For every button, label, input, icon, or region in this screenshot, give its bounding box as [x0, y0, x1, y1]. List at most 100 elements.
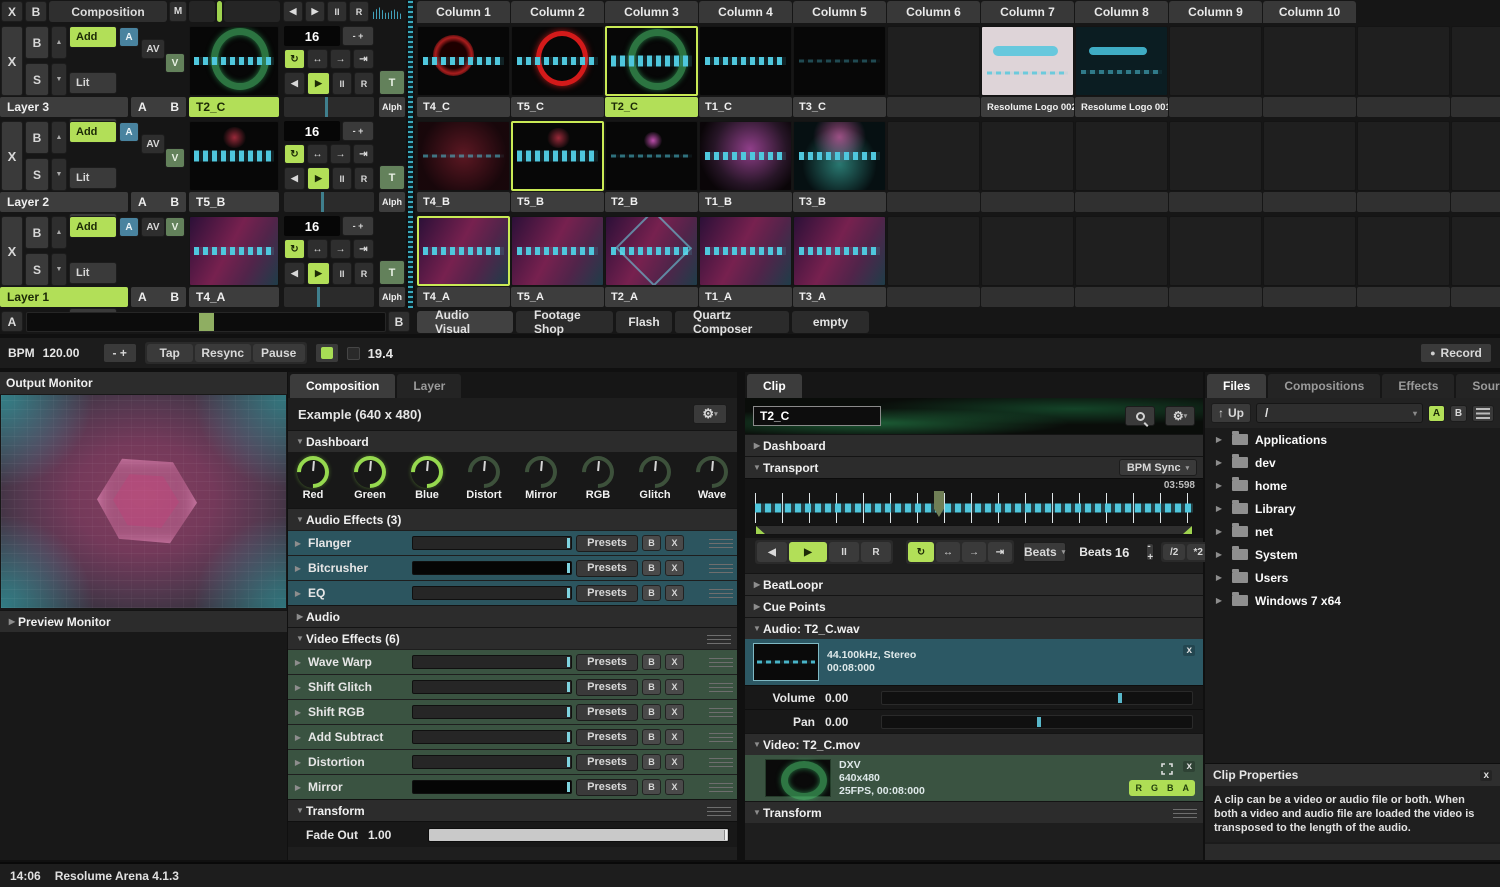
- tab-files[interactable]: Files: [1207, 374, 1266, 398]
- audiovisual-target-button[interactable]: AV: [141, 134, 165, 154]
- layer-alpha-label[interactable]: Alph: [379, 192, 405, 212]
- clip-pause-button[interactable]: II: [829, 542, 859, 562]
- layer-progress-bar[interactable]: [284, 287, 374, 307]
- play-once-button[interactable]: →: [962, 542, 986, 562]
- empty-clip-thumbnail[interactable]: [1357, 26, 1450, 96]
- clip-name-label[interactable]: T1_A: [699, 287, 792, 307]
- layer-up-button[interactable]: ▲: [51, 26, 67, 59]
- empty-clip-thumbnail[interactable]: [1169, 26, 1262, 96]
- layer-clear-button[interactable]: X: [1, 121, 23, 191]
- clip-name-label[interactable]: T3_B: [793, 192, 886, 212]
- effect-remove-button[interactable]: X: [665, 585, 684, 601]
- clip-thumbnail[interactable]: [511, 216, 604, 286]
- clip-play-button[interactable]: ▶: [789, 542, 827, 562]
- clip-cell[interactable]: [1263, 216, 1356, 308]
- composition-master-button[interactable]: M: [169, 1, 187, 22]
- channel-r-button[interactable]: R: [1135, 783, 1142, 793]
- deck-tab[interactable]: Footage Shop: [516, 311, 613, 333]
- crossfader-slider[interactable]: [26, 312, 386, 332]
- audio-file-row[interactable]: 44.100kHz, Stereo 00:08:000 x: [745, 639, 1203, 685]
- volume-slider[interactable]: [881, 691, 1193, 705]
- empty-clip-label[interactable]: [1451, 287, 1500, 307]
- slider-handle[interactable]: [724, 830, 727, 840]
- effect-remove-button[interactable]: X: [665, 560, 684, 576]
- bpm-value[interactable]: 120.00: [43, 346, 95, 360]
- layer-down-button[interactable]: ▼: [51, 158, 67, 191]
- composition-pause-button[interactable]: II: [327, 1, 347, 22]
- drag-handle[interactable]: [709, 682, 733, 692]
- beats-stepper[interactable]: - +: [1146, 543, 1154, 561]
- blend-mode-dropdown[interactable]: Add: [69, 216, 117, 238]
- clip-cell[interactable]: [1169, 26, 1262, 118]
- clip-cell[interactable]: [887, 121, 980, 213]
- caret-icon[interactable]: ▶: [1213, 504, 1225, 513]
- clip-name-label[interactable]: T5_C: [511, 97, 604, 117]
- clip-cell[interactable]: [1357, 216, 1450, 308]
- empty-clip-thumbnail[interactable]: [981, 121, 1074, 191]
- empty-clip-thumbnail[interactable]: [887, 121, 980, 191]
- empty-clip-thumbnail[interactable]: [1451, 26, 1500, 96]
- channel-g-button[interactable]: G: [1151, 783, 1158, 793]
- file-tree-row[interactable]: ▶Library: [1205, 497, 1500, 520]
- layer-down-button[interactable]: ▼: [51, 63, 67, 96]
- tab-clip[interactable]: Clip: [747, 374, 802, 398]
- tap-button[interactable]: Tap: [147, 344, 193, 362]
- layer-play-once-button[interactable]: →: [330, 144, 351, 164]
- clip-cell[interactable]: [1075, 121, 1168, 213]
- clip-cell[interactable]: T1_B: [699, 121, 792, 213]
- clip-cell[interactable]: [887, 216, 980, 308]
- effect-row[interactable]: ▶Shift RGBPresetsBX: [288, 700, 737, 724]
- layer-bypass-button[interactable]: B: [25, 216, 49, 249]
- video-target-button[interactable]: V: [165, 217, 185, 237]
- metronome-button[interactable]: [315, 343, 339, 363]
- audio-target-button[interactable]: A: [119, 122, 139, 142]
- half-beats-button[interactable]: /2: [1163, 544, 1185, 560]
- layer-name[interactable]: Layer 3: [0, 97, 128, 117]
- empty-clip-thumbnail[interactable]: [887, 216, 980, 286]
- layer-bypass-button[interactable]: B: [25, 26, 49, 59]
- layer-b-button[interactable]: B: [170, 100, 179, 114]
- clip-waveform-area[interactable]: 03:598: [745, 478, 1203, 538]
- clip-cell[interactable]: [1451, 26, 1500, 118]
- dashboard-knob[interactable]: Wave: [690, 456, 734, 501]
- audiovisual-target-button[interactable]: AV: [141, 39, 165, 59]
- audio-header[interactable]: ▶ Audio: [288, 605, 737, 627]
- layer-clear-button[interactable]: X: [1, 26, 23, 96]
- drag-handle[interactable]: [709, 563, 733, 573]
- empty-clip-thumbnail[interactable]: [1075, 121, 1168, 191]
- clip-name-label[interactable]: T4_A: [417, 287, 510, 307]
- layer-hold-end-button[interactable]: ⇥: [353, 49, 374, 69]
- presets-dropdown[interactable]: Presets: [576, 779, 638, 796]
- clip-cell[interactable]: Resolume Logo 002: [981, 26, 1074, 118]
- layer-bounce-button[interactable]: ↔: [307, 239, 328, 259]
- clip-name-label[interactable]: Resolume Logo 002: [981, 97, 1074, 117]
- clip-name-label[interactable]: T5_B: [511, 192, 604, 212]
- deck-tab[interactable]: Flash: [616, 311, 672, 333]
- effect-slider[interactable]: [412, 586, 572, 600]
- video-file-row[interactable]: DXV 640x480 25FPS, 00:08:000 x RGBA: [745, 755, 1203, 801]
- deck-b-button[interactable]: B: [1450, 405, 1467, 422]
- output-monitor-header[interactable]: Output Monitor: [0, 372, 287, 394]
- file-tree-row[interactable]: ▶net: [1205, 520, 1500, 543]
- empty-clip-label[interactable]: [1451, 97, 1500, 117]
- layer-progress-bar[interactable]: [284, 192, 374, 212]
- bounce-mode-button[interactable]: ↔: [936, 542, 960, 562]
- effect-row[interactable]: ▶EQPresetsBX: [288, 581, 737, 605]
- composition-record-button[interactable]: R: [349, 1, 369, 22]
- file-tree-row[interactable]: ▶Users: [1205, 566, 1500, 589]
- clip-waveform[interactable]: [755, 493, 1193, 523]
- audio-effects-header[interactable]: ▼ Audio Effects (3): [288, 508, 737, 530]
- clip-thumbnail[interactable]: [605, 121, 698, 191]
- crossfader-b-button[interactable]: B: [388, 311, 410, 332]
- transform-header[interactable]: ▼ Transform: [288, 799, 737, 821]
- clip-cell[interactable]: [1451, 121, 1500, 213]
- empty-clip-thumbnail[interactable]: [1451, 121, 1500, 191]
- layer-hold-end-button[interactable]: ⇥: [353, 144, 374, 164]
- clip-prev-button[interactable]: ◀: [757, 542, 787, 562]
- empty-clip-label[interactable]: [1263, 192, 1356, 212]
- beats-value[interactable]: 16: [1115, 545, 1129, 560]
- fullscreen-icon[interactable]: [1161, 763, 1173, 778]
- clip-name-label[interactable]: T3_A: [793, 287, 886, 307]
- clip-thumbnail[interactable]: [417, 26, 510, 96]
- layer-active-clip-name[interactable]: T2_C: [189, 97, 279, 117]
